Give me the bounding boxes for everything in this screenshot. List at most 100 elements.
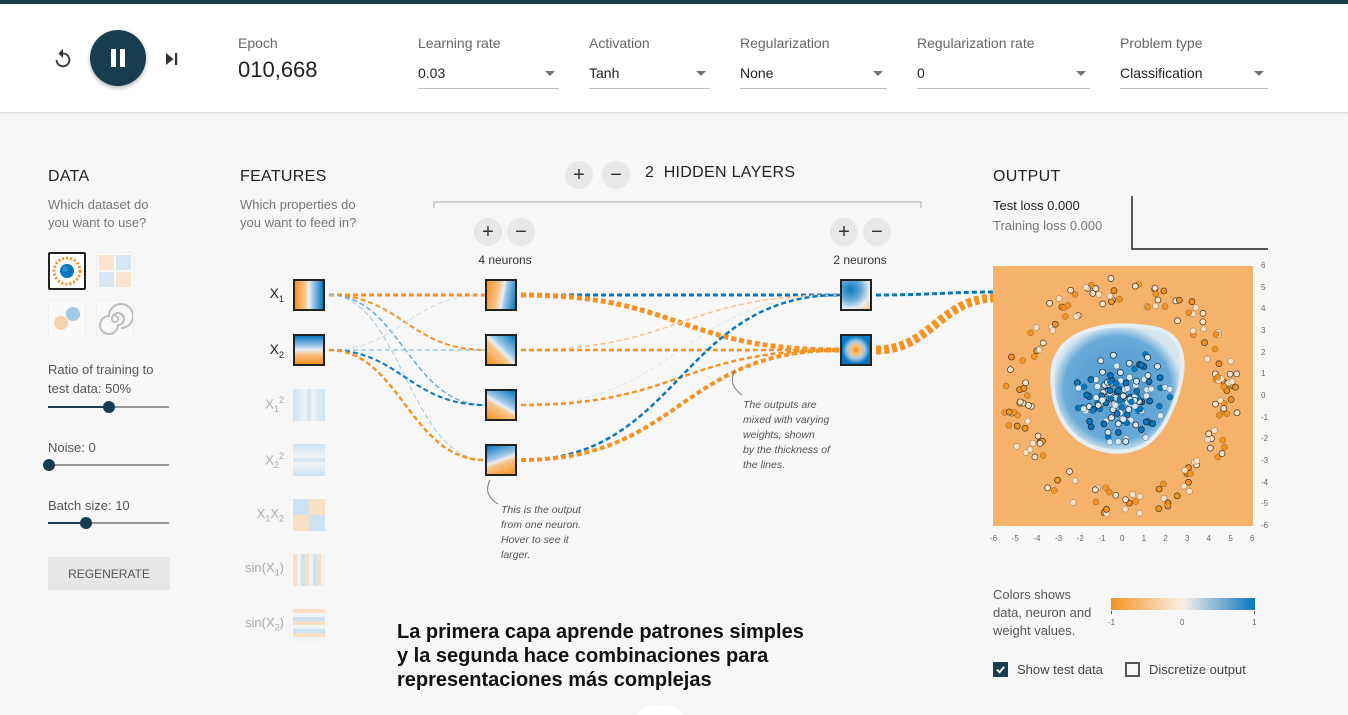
data-point (1211, 427, 1218, 434)
data-point (1219, 436, 1226, 444)
data-point (1094, 401, 1102, 409)
data-point (1075, 404, 1082, 412)
neuron-layer1-4[interactable] (485, 444, 517, 476)
link[interactable] (875, 293, 994, 355)
data-point (1193, 457, 1200, 465)
discretize-output-checkbox[interactable]: Discretize output (1125, 662, 1246, 677)
neuron-layer1-2[interactable] (485, 334, 517, 366)
data-point (1137, 361, 1145, 369)
layer2-remove-neuron-button[interactable]: − (863, 218, 891, 246)
data-point (1180, 482, 1188, 490)
data-point (1142, 418, 1150, 426)
data-point (1064, 302, 1072, 309)
data-point (1214, 374, 1221, 381)
data-point (1146, 397, 1153, 405)
y-tick-label: 6 (1261, 261, 1266, 270)
neuron-layer1-1[interactable] (485, 279, 517, 311)
neuron-layer2-1[interactable] (840, 279, 872, 311)
neuron-layer1-3[interactable] (485, 389, 517, 421)
link[interactable] (328, 294, 486, 351)
data-point (1040, 452, 1047, 459)
data-point (1154, 362, 1161, 370)
data-point (1161, 303, 1169, 310)
data-point (1036, 346, 1043, 353)
data-point (1097, 357, 1105, 365)
checkbox-unchecked-icon (1125, 662, 1140, 677)
data-point (1204, 355, 1211, 363)
link[interactable] (520, 294, 841, 406)
link[interactable] (328, 349, 486, 406)
data-point (1232, 383, 1239, 391)
data-point (1054, 476, 1061, 484)
plus-icon: + (482, 220, 494, 243)
x-tick-label: -3 (1055, 534, 1063, 543)
x-tick-label: 3 (1185, 534, 1190, 543)
loss-chart (1131, 196, 1268, 250)
data-point (1132, 498, 1139, 505)
link[interactable] (875, 290, 994, 297)
test-loss: Test loss 0.000 (993, 198, 1080, 213)
data-point (1116, 296, 1123, 303)
x-tick-label: 5 (1228, 534, 1233, 543)
data-point (1189, 327, 1197, 335)
data-point (1082, 284, 1090, 291)
y-tick-label: -2 (1261, 434, 1269, 444)
data-point (1081, 383, 1088, 390)
legend-mid: 0 (1180, 618, 1185, 627)
data-point (1166, 393, 1174, 401)
data-point (1113, 362, 1120, 370)
layer1-add-neuron-button[interactable]: + (474, 218, 502, 246)
discretize-output-label: Discretize output (1149, 662, 1246, 677)
data-point (1108, 298, 1115, 306)
y-tick-label: -3 (1261, 456, 1269, 465)
x-tick-label: -2 (1076, 534, 1084, 543)
show-test-data-checkbox[interactable]: Show test data (993, 662, 1103, 677)
note-line: from one neuron. (501, 519, 581, 531)
data-point (1218, 450, 1226, 457)
data-point (1013, 422, 1021, 430)
neuron-layer2-2[interactable] (840, 334, 872, 366)
note-line: weights, shown (743, 429, 815, 441)
output-heatmap[interactable] (993, 266, 1253, 526)
layer1-neurons-label: 4 neurons (478, 253, 532, 267)
data-point (1173, 492, 1181, 500)
data-point (1199, 318, 1207, 326)
data-point (1055, 295, 1063, 302)
data-point (1113, 410, 1121, 417)
data-point (1099, 368, 1106, 376)
y-tick-label: 4 (1261, 304, 1266, 314)
data-point (1132, 421, 1140, 429)
note-line: the lines. (743, 459, 786, 471)
data-point (1019, 357, 1026, 364)
data-point (1115, 438, 1122, 445)
caption-line: representaciones más complejas (397, 669, 712, 691)
data-point (1044, 484, 1051, 492)
plus-icon: + (838, 220, 850, 243)
data-point (1005, 422, 1012, 429)
data-point (1133, 388, 1141, 395)
data-point (1174, 317, 1181, 325)
remove-layer-button[interactable]: − (602, 161, 630, 189)
x-tick-label: 6 (1250, 534, 1255, 543)
data-point (1233, 409, 1241, 417)
data-point (1227, 357, 1234, 365)
data-point (1125, 359, 1133, 367)
note-line: mixed with varying (743, 414, 830, 426)
layer1-remove-neuron-button[interactable]: − (507, 218, 535, 246)
add-layer-button[interactable]: + (565, 161, 593, 189)
data-point (1144, 303, 1151, 311)
link[interactable] (520, 294, 841, 351)
data-point (1156, 374, 1164, 382)
data-point (1128, 398, 1135, 405)
data-point (1022, 449, 1030, 456)
caption-line: y la segunda hace combinaciones para (397, 645, 769, 667)
data-point (1033, 324, 1040, 331)
data-point (1176, 296, 1183, 304)
link[interactable] (328, 348, 486, 462)
layer2-add-neuron-button[interactable]: + (830, 218, 858, 246)
data-point (1099, 396, 1106, 404)
note-line: by the thickness of (743, 444, 830, 456)
data-point (1117, 369, 1124, 376)
legend-text-line: data, neuron and (993, 605, 1092, 620)
x-tick-label: -4 (1033, 534, 1041, 543)
